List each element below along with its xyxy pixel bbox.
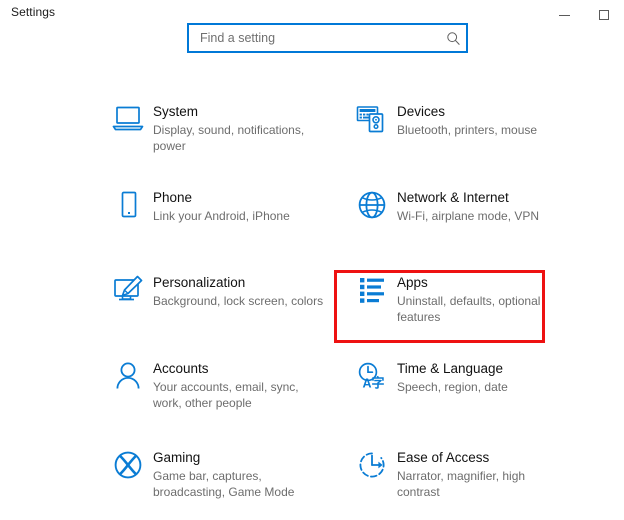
tile-text: System Display, sound, notifications, po… bbox=[153, 102, 325, 154]
phone-icon bbox=[103, 188, 153, 234]
tile-title: Ease of Access bbox=[397, 450, 490, 465]
settings-row: Personalization Background, lock screen,… bbox=[0, 263, 624, 349]
clock-language-icon: A 字 bbox=[347, 359, 397, 405]
settings-tile-devices[interactable]: Devices Bluetooth, printers, mouse bbox=[347, 92, 582, 178]
tile-text: Apps Uninstall, defaults, optional featu… bbox=[397, 273, 565, 325]
monitor-brush-icon bbox=[103, 273, 153, 319]
list-icon bbox=[347, 273, 397, 319]
tile-subtitle: Speech, region, date bbox=[397, 380, 508, 394]
tile-subtitle: Wi-Fi, airplane mode, VPN bbox=[397, 209, 540, 223]
tile-subtitle: Background, lock screen, colors bbox=[153, 294, 324, 308]
window-title: Settings bbox=[11, 5, 56, 19]
settings-row: System Display, sound, notifications, po… bbox=[0, 92, 624, 178]
tile-title: Gaming bbox=[153, 450, 201, 465]
settings-tile-personalization[interactable]: Personalization Background, lock screen,… bbox=[103, 263, 345, 349]
tile-subtitle: Your accounts, email, sync, work, other … bbox=[153, 380, 299, 410]
svg-text:A: A bbox=[363, 377, 372, 391]
window-controls bbox=[544, 0, 624, 30]
minimize-icon bbox=[558, 14, 570, 16]
settings-tile-network[interactable]: Network & Internet Wi-Fi, airplane mode,… bbox=[347, 178, 582, 263]
settings-tile-ease-of-access[interactable]: Ease of Access Narrator, magnifier, high… bbox=[347, 438, 582, 508]
tile-text: Personalization Background, lock screen,… bbox=[153, 273, 323, 309]
tile-text: Ease of Access Narrator, magnifier, high… bbox=[397, 448, 565, 500]
tile-title: Devices bbox=[397, 104, 446, 119]
tile-title: Apps bbox=[397, 275, 428, 290]
maximize-button[interactable] bbox=[584, 0, 624, 30]
settings-row: Gaming Game bar, captures, broadcasting,… bbox=[0, 438, 624, 508]
maximize-icon bbox=[599, 10, 609, 20]
settings-tile-phone[interactable]: Phone Link your Android, iPhone bbox=[103, 178, 345, 263]
settings-tile-gaming[interactable]: Gaming Game bar, captures, broadcasting,… bbox=[103, 438, 345, 508]
tile-text: Network & Internet Wi-Fi, airplane mode,… bbox=[397, 188, 539, 224]
tile-title: Network & Internet bbox=[397, 190, 509, 205]
tile-subtitle: Display, sound, notifications, power bbox=[153, 123, 305, 153]
tile-title: System bbox=[153, 104, 199, 119]
search-input[interactable] bbox=[189, 25, 440, 51]
tile-text: Time & Language Speech, region, date bbox=[397, 359, 508, 395]
tile-subtitle: Uninstall, defaults, optional features bbox=[397, 294, 541, 324]
settings-row: Phone Link your Android, iPhone Network … bbox=[0, 178, 624, 263]
tile-text: Gaming Game bar, captures, broadcasting,… bbox=[153, 448, 325, 500]
tile-subtitle: Link your Android, iPhone bbox=[153, 209, 290, 223]
settings-tile-apps[interactable]: Apps Uninstall, defaults, optional featu… bbox=[347, 263, 582, 349]
tile-title: Accounts bbox=[153, 361, 209, 376]
search-icon[interactable] bbox=[440, 31, 466, 46]
tile-text: Accounts Your accounts, email, sync, wor… bbox=[153, 359, 325, 411]
laptop-icon bbox=[103, 102, 153, 148]
keyboard-device-icon bbox=[347, 102, 397, 148]
access-clock-icon bbox=[347, 448, 397, 494]
minimize-button[interactable] bbox=[544, 0, 584, 30]
settings-grid: System Display, sound, notifications, po… bbox=[0, 92, 624, 508]
tile-title: Phone bbox=[153, 190, 193, 205]
globe-icon bbox=[347, 188, 397, 234]
person-icon bbox=[103, 359, 153, 405]
settings-tile-accounts[interactable]: Accounts Your accounts, email, sync, wor… bbox=[103, 349, 345, 438]
xbox-icon bbox=[103, 448, 153, 494]
settings-row: Accounts Your accounts, email, sync, wor… bbox=[0, 349, 624, 438]
tile-title: Personalization bbox=[153, 275, 246, 290]
search-box[interactable] bbox=[187, 23, 468, 53]
tile-subtitle: Bluetooth, printers, mouse bbox=[397, 123, 538, 137]
settings-tile-time-language[interactable]: A 字 Time & Language Speech, region, date bbox=[347, 349, 582, 438]
settings-tile-system[interactable]: System Display, sound, notifications, po… bbox=[103, 92, 345, 178]
tile-text: Phone Link your Android, iPhone bbox=[153, 188, 290, 224]
tile-text: Devices Bluetooth, printers, mouse bbox=[397, 102, 537, 138]
tile-subtitle: Narrator, magnifier, high contrast bbox=[397, 469, 526, 499]
svg-text:字: 字 bbox=[372, 376, 385, 392]
tile-title: Time & Language bbox=[397, 361, 504, 376]
tile-subtitle: Game bar, captures, broadcasting, Game M… bbox=[153, 469, 295, 499]
